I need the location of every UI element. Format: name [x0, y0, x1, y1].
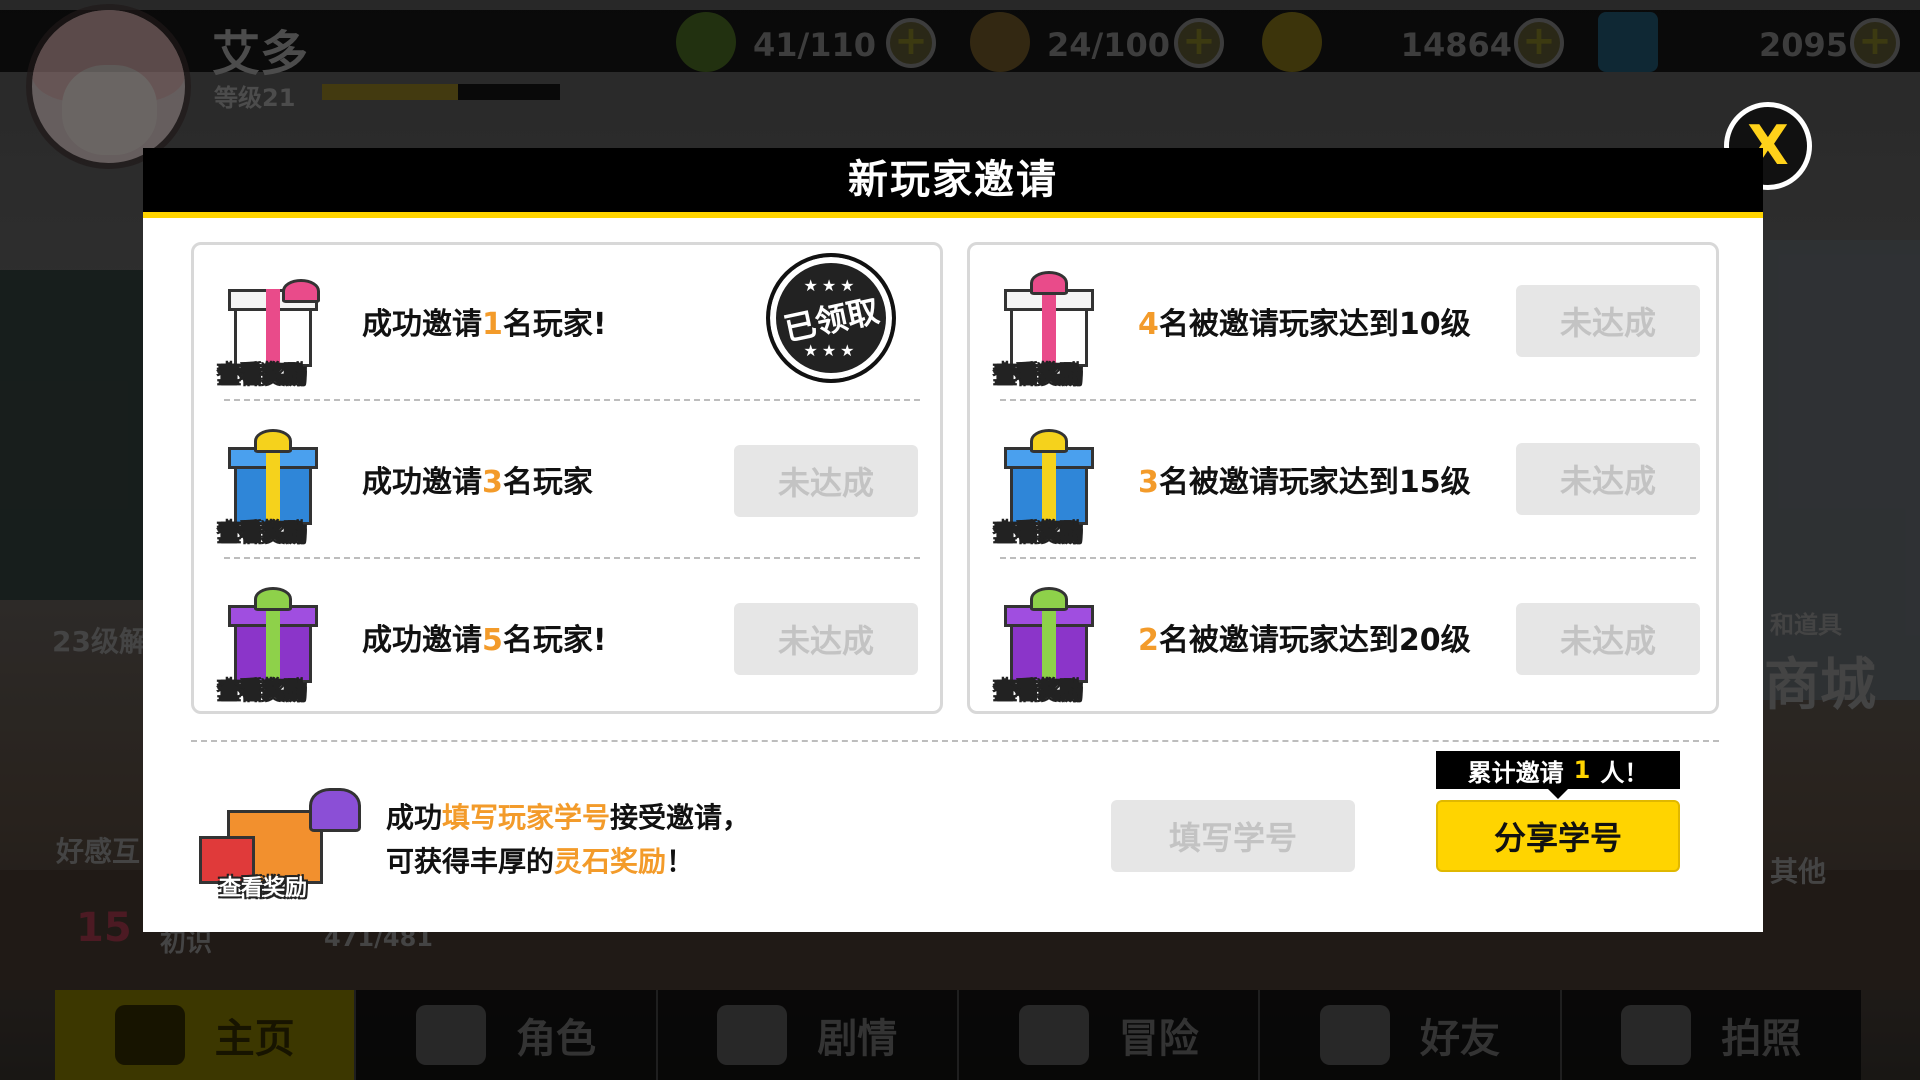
row-divider	[224, 399, 920, 401]
task-suffix: 名玩家!	[502, 307, 607, 342]
gift-bow	[1030, 429, 1068, 453]
gift-bow	[254, 587, 292, 611]
task-text: 成功邀请5名玩家!	[362, 615, 607, 659]
task-suffix: 名被邀请玩家达到20级	[1158, 623, 1471, 658]
gift-ribbon	[266, 447, 280, 525]
task-number: 3	[482, 465, 503, 500]
text: 可获得丰厚的	[386, 845, 555, 878]
highlight-text: 灵石奖励	[554, 845, 667, 878]
task-row: 查看奖励 成功邀请5名玩家! 未达成	[194, 561, 940, 717]
gift-bow	[1030, 587, 1068, 611]
task-suffix: 名被邀请玩家达到10级	[1158, 307, 1471, 342]
task-text: 成功邀请1名玩家!	[362, 299, 607, 343]
claimed-stamp: ★★★ 已领取 ★★★	[766, 253, 896, 383]
invite-count-panel: 查看奖励 成功邀请1名玩家! ★★★ 已领取 ★★★ 查看奖励 成功邀请3名玩家…	[191, 242, 943, 714]
gift-box-white[interactable]: 查看奖励	[217, 271, 324, 389]
view-reward-label: 查看奖励	[219, 876, 308, 901]
view-reward-label: 查看奖励	[217, 521, 307, 547]
task-text: 4名被邀请玩家达到10级	[1138, 299, 1471, 343]
tip-suffix: 人！	[1600, 758, 1649, 787]
task-prefix: 成功邀请	[362, 623, 482, 658]
highlight-text: 填写玩家学号	[442, 801, 611, 834]
task-number: 4	[1138, 307, 1159, 342]
dialog-title: 新玩家邀请	[143, 148, 1763, 212]
invite-line-1: 成功填写玩家学号接受邀请，	[386, 796, 750, 840]
task-number: 2	[1138, 623, 1159, 658]
text: ！	[666, 845, 695, 878]
task-number: 3	[1138, 465, 1159, 500]
row-divider	[1000, 557, 1696, 559]
gift-bow	[309, 788, 361, 832]
not-achieved-button[interactable]: 未达成	[1516, 443, 1700, 515]
task-text: 成功邀请3名玩家	[362, 457, 593, 501]
share-student-id-button[interactable]: 分享学号	[1436, 800, 1680, 872]
row-divider	[1000, 399, 1696, 401]
gift-bow	[282, 279, 320, 303]
not-achieved-button[interactable]: 未达成	[1516, 285, 1700, 357]
tip-count: 1	[1573, 756, 1591, 784]
view-reward-label: 查看奖励	[217, 363, 307, 389]
gift-box-white[interactable]: 查看奖励	[993, 271, 1100, 389]
section-divider	[191, 740, 1719, 742]
task-text: 2名被邀请玩家达到20级	[1138, 615, 1471, 659]
claimed-label: 已领取	[780, 291, 883, 349]
not-achieved-button[interactable]: 未达成	[734, 445, 918, 517]
invite-count-tooltip: 累计邀请 1 人！	[1436, 751, 1680, 799]
task-suffix: 名玩家!	[502, 623, 607, 658]
gift-pile[interactable]: 查看奖励	[191, 780, 371, 901]
task-number: 1	[482, 307, 503, 342]
invite-line-2: 可获得丰厚的灵石奖励！	[386, 840, 750, 884]
text: 接受邀请，	[610, 801, 751, 834]
gift-box-blue[interactable]: 查看奖励	[993, 429, 1100, 547]
task-number: 5	[482, 623, 503, 658]
invite-description: 成功填写玩家学号接受邀请， 可获得丰厚的灵石奖励！	[386, 796, 750, 884]
fill-student-id-button[interactable]: 填写学号	[1111, 800, 1355, 872]
task-prefix: 成功邀请	[362, 465, 482, 500]
view-reward-label: 查看奖励	[993, 363, 1083, 389]
invite-dialog: 新玩家邀请 查看奖励 成功邀请1名玩家! ★★★ 已领取 ★★★ 查看奖励 成功…	[143, 148, 1763, 932]
gift-bow	[254, 429, 292, 453]
task-row: 查看奖励 成功邀请3名玩家 未达成	[194, 403, 940, 559]
view-reward-label: 查看奖励	[993, 679, 1083, 705]
gift-ribbon	[266, 289, 280, 367]
task-row: 查看奖励 4名被邀请玩家达到10级 未达成	[970, 245, 1716, 401]
view-reward-label: 查看奖励	[993, 521, 1083, 547]
not-achieved-button[interactable]: 未达成	[734, 603, 918, 675]
not-achieved-button[interactable]: 未达成	[1516, 603, 1700, 675]
gift-ribbon	[1042, 447, 1056, 525]
gift-box-blue[interactable]: 查看奖励	[217, 429, 324, 547]
task-suffix: 名玩家	[502, 465, 593, 500]
gift-ribbon	[1042, 289, 1056, 367]
gift-ribbon	[266, 605, 280, 683]
invitee-level-panel: 查看奖励 4名被邀请玩家达到10级 未达成 查看奖励 3名被邀请玩家达到15级 …	[967, 242, 1719, 714]
gift-box-purple[interactable]: 查看奖励	[217, 587, 324, 705]
task-row: 查看奖励 2名被邀请玩家达到20级 未达成	[970, 561, 1716, 717]
task-row: 查看奖励 3名被邀请玩家达到15级 未达成	[970, 403, 1716, 559]
tip-prefix: 累计邀请	[1467, 758, 1564, 787]
gift-box-purple[interactable]: 查看奖励	[993, 587, 1100, 705]
gift-bow	[1030, 271, 1068, 295]
task-text: 3名被邀请玩家达到15级	[1138, 457, 1471, 501]
text: 成功	[386, 801, 443, 834]
row-divider	[224, 557, 920, 559]
title-underline	[143, 212, 1763, 218]
gift-ribbon	[1042, 605, 1056, 683]
task-row: 查看奖励 成功邀请1名玩家! ★★★ 已领取 ★★★	[194, 245, 940, 401]
task-suffix: 名被邀请玩家达到15级	[1158, 465, 1471, 500]
view-reward-label: 查看奖励	[217, 679, 307, 705]
task-prefix: 成功邀请	[362, 307, 482, 342]
